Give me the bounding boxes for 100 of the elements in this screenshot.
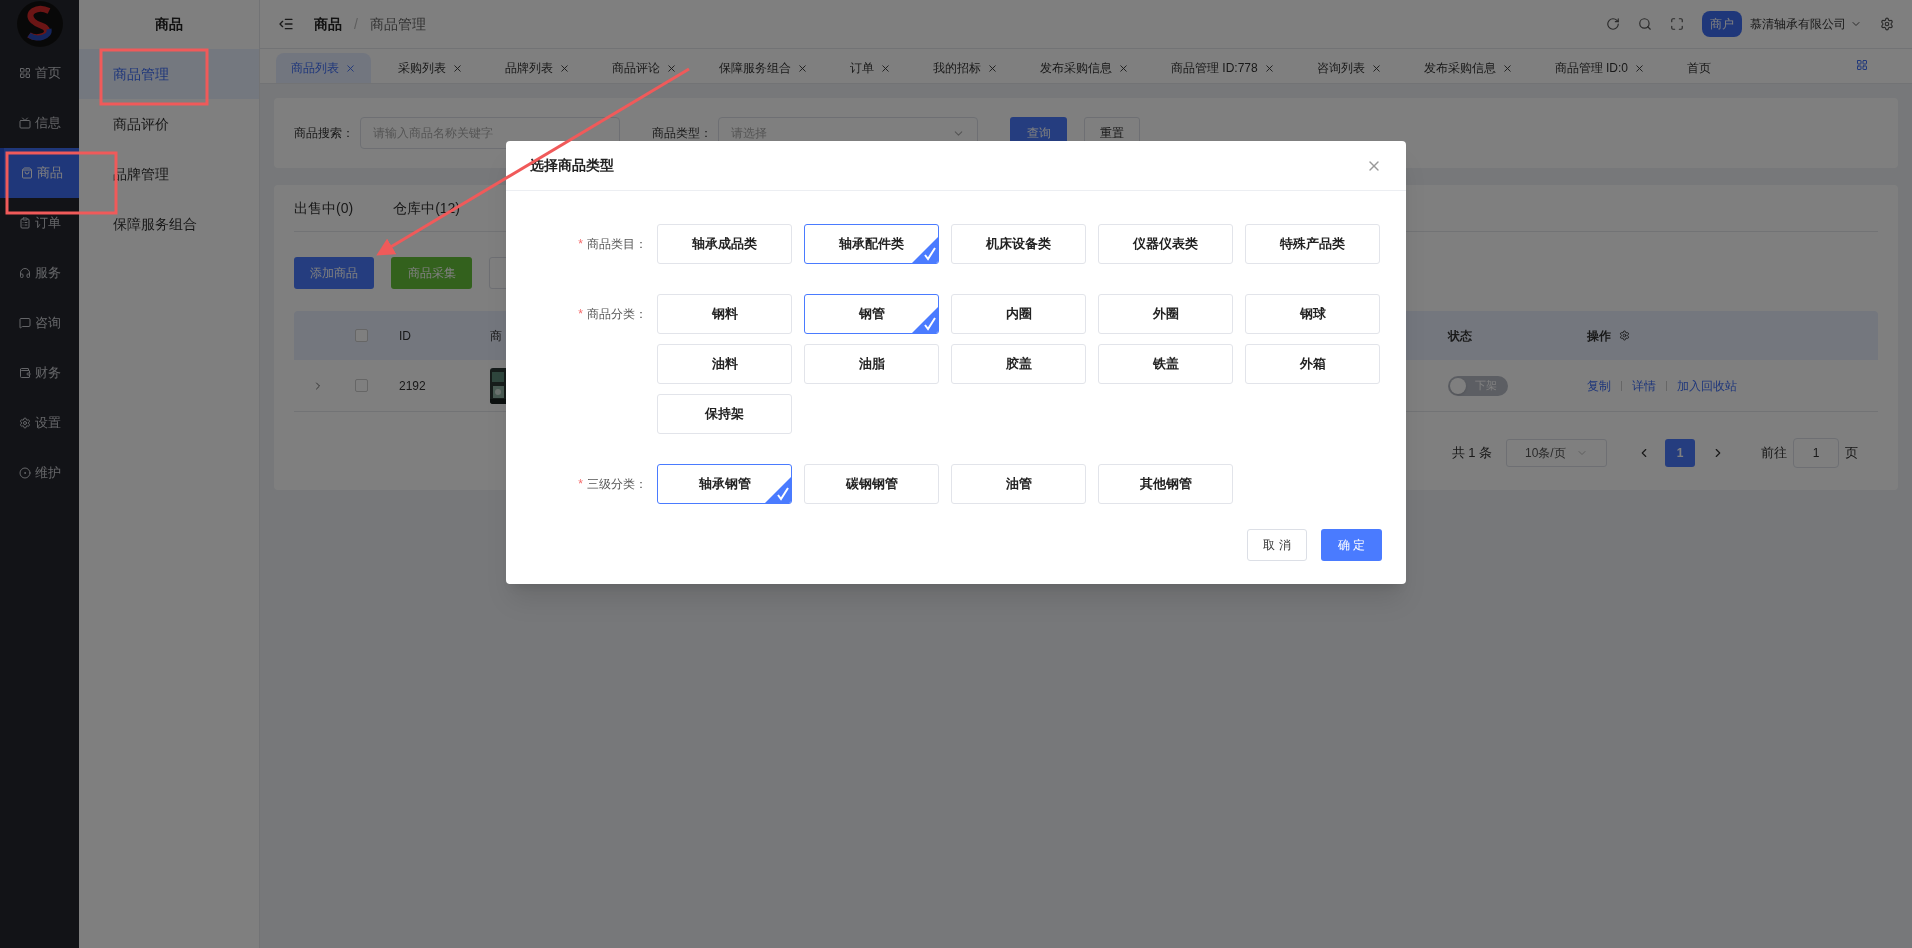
cancel-button[interactable]: 取 消 bbox=[1247, 529, 1307, 561]
category-option[interactable]: 轴承成品类 bbox=[657, 224, 792, 264]
field-label: 商品类型： bbox=[652, 125, 713, 142]
category-option[interactable]: 外圈 bbox=[1098, 294, 1233, 334]
breadcrumb-item: 商品管理 bbox=[369, 14, 426, 34]
add-product-button[interactable]: 添加商品 bbox=[294, 257, 374, 289]
nav-item[interactable]: 咨询 bbox=[0, 298, 79, 348]
nav-item[interactable]: 服务 bbox=[0, 248, 79, 298]
page-number[interactable]: 1 bbox=[1665, 439, 1695, 467]
page-tab[interactable]: 首页 bbox=[1672, 53, 1727, 83]
close-icon[interactable] bbox=[1263, 62, 1275, 74]
nav-item[interactable]: 财务 bbox=[0, 348, 79, 398]
category-option[interactable]: 铁盖 bbox=[1098, 344, 1233, 384]
category-option[interactable]: 机床设备类 bbox=[951, 224, 1086, 264]
settings-icon[interactable] bbox=[1619, 330, 1630, 341]
check-corner-icon bbox=[765, 477, 791, 503]
fullscreen-icon[interactable] bbox=[1670, 17, 1684, 31]
submenu-item[interactable]: 保障服务组合 bbox=[79, 199, 259, 249]
close-icon[interactable] bbox=[452, 62, 463, 74]
company-name[interactable]: 慕清轴承有限公司 bbox=[1750, 15, 1846, 33]
wallet-icon bbox=[18, 367, 31, 379]
category-option[interactable]: 油脂 bbox=[804, 344, 939, 384]
category-option[interactable]: 仪器仪表类 bbox=[1098, 224, 1233, 264]
page-size-select[interactable]: 10条/页 bbox=[1506, 439, 1607, 467]
page-tab[interactable]: 采购列表 bbox=[383, 53, 478, 83]
role-badge: 商户 bbox=[1702, 11, 1742, 37]
close-icon[interactable] bbox=[559, 62, 570, 74]
close-icon[interactable] bbox=[880, 62, 891, 74]
page-tab[interactable]: 发布采购信息 bbox=[1025, 53, 1144, 83]
action-link[interactable]: 详情 bbox=[1632, 376, 1656, 395]
page-tab[interactable]: 商品列表 bbox=[276, 53, 371, 83]
category-option[interactable]: 钢球 bbox=[1245, 294, 1380, 334]
settings-icon[interactable] bbox=[1880, 17, 1894, 31]
breadcrumb-separator: / bbox=[354, 14, 358, 34]
headphones-icon bbox=[18, 267, 31, 279]
close-icon[interactable] bbox=[1501, 62, 1513, 74]
goto-field[interactable]: 1 bbox=[1793, 438, 1839, 468]
nav-item[interactable]: 设置 bbox=[0, 398, 79, 448]
status-tab[interactable]: 出售中(0) bbox=[294, 198, 354, 219]
close-icon[interactable] bbox=[666, 62, 677, 74]
category-option[interactable]: 钢料 bbox=[657, 294, 792, 334]
page-tab[interactable]: 商品管理 ID:778 bbox=[1156, 53, 1290, 83]
category-option[interactable]: 胶盖 bbox=[951, 344, 1086, 384]
page-tab[interactable]: 订单 bbox=[835, 53, 906, 83]
category-option[interactable]: 保持架 bbox=[657, 394, 792, 434]
close-icon[interactable] bbox=[987, 62, 998, 74]
header-checkbox[interactable] bbox=[355, 329, 368, 342]
page-tab[interactable]: 商品管理 ID:0 bbox=[1539, 53, 1661, 83]
grid-icon bbox=[18, 67, 31, 79]
close-icon[interactable] bbox=[345, 62, 356, 74]
close-icon[interactable] bbox=[1118, 62, 1129, 74]
required-mark: * bbox=[578, 236, 583, 253]
nav-item[interactable]: 首页 bbox=[0, 48, 79, 98]
column-header: 状态 bbox=[1448, 327, 1473, 345]
action-link[interactable]: 复制 bbox=[1587, 376, 1611, 395]
goto-suffix: 页 bbox=[1845, 444, 1858, 463]
nav-item[interactable]: 订单 bbox=[0, 198, 79, 248]
refresh-icon[interactable] bbox=[1606, 17, 1620, 31]
search-icon[interactable] bbox=[1638, 17, 1652, 31]
field-label: 商品分类： bbox=[587, 306, 647, 323]
goto-label: 前往 bbox=[1761, 444, 1787, 463]
page-tab[interactable]: 咨询列表 bbox=[1301, 53, 1397, 83]
category-option[interactable]: 其他钢管 bbox=[1098, 464, 1233, 504]
menu-icon[interactable] bbox=[278, 16, 294, 32]
submenu-title: 商品 bbox=[155, 15, 183, 34]
bag-icon bbox=[20, 167, 33, 179]
category-option[interactable]: 内圈 bbox=[951, 294, 1086, 334]
clipboard-icon bbox=[18, 217, 31, 229]
page-tab[interactable]: 商品评论 bbox=[597, 53, 692, 83]
category-option[interactable]: 油料 bbox=[657, 344, 792, 384]
category-option[interactable]: 油管 bbox=[951, 464, 1086, 504]
page-tab[interactable]: 我的招标 bbox=[918, 53, 1013, 83]
page-tab[interactable]: 品牌列表 bbox=[490, 53, 585, 83]
field-label: 三级分类： bbox=[587, 476, 647, 493]
grid-icon[interactable] bbox=[1856, 59, 1868, 71]
settings-icon bbox=[18, 417, 31, 429]
category-option[interactable]: 轴承钢管 bbox=[657, 464, 792, 504]
column-header: 商 bbox=[490, 327, 503, 345]
submenu-item[interactable]: 商品评价 bbox=[79, 99, 259, 149]
check-corner-icon bbox=[912, 237, 938, 263]
breadcrumb-item[interactable]: 商品 bbox=[314, 13, 342, 35]
required-mark: * bbox=[578, 306, 583, 323]
category-option[interactable]: 碳钢钢管 bbox=[804, 464, 939, 504]
close-icon[interactable] bbox=[1370, 62, 1382, 74]
close-icon[interactable] bbox=[797, 62, 808, 74]
close-icon[interactable] bbox=[1634, 62, 1646, 74]
page-tab[interactable]: 发布采购信息 bbox=[1408, 53, 1528, 83]
category-option[interactable]: 钢管 bbox=[804, 294, 939, 334]
row-checkbox[interactable] bbox=[355, 379, 368, 392]
category-option[interactable]: 轴承配件类 bbox=[804, 224, 939, 264]
column-header: ID bbox=[399, 327, 412, 345]
confirm-button[interactable]: 确 定 bbox=[1321, 529, 1382, 561]
action-link[interactable]: 加入回收站 bbox=[1677, 376, 1737, 395]
nav-item[interactable]: 信息 bbox=[0, 98, 79, 148]
submenu-item[interactable]: 商品管理 bbox=[79, 49, 259, 99]
page-tab[interactable]: 保障服务组合 bbox=[704, 53, 823, 83]
tv-icon bbox=[18, 117, 31, 129]
category-option[interactable]: 外箱 bbox=[1245, 344, 1380, 384]
nav-item[interactable]: 维护 bbox=[0, 448, 79, 498]
category-option[interactable]: 特殊产品类 bbox=[1245, 224, 1380, 264]
